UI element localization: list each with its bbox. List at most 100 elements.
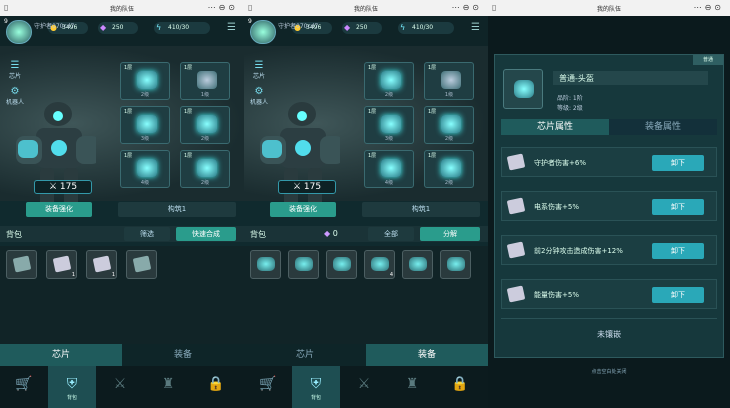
detail-tabs: 芯片属性 装备属性 — [501, 119, 717, 135]
nav-bag[interactable]: ⛨ 背包 — [292, 366, 340, 408]
item-tag: 4 — [389, 272, 393, 278]
nav-locked[interactable]: 🔒 — [192, 366, 240, 408]
equip-enhance-button[interactable]: 装备强化 — [26, 202, 92, 217]
equip-slot[interactable]: 1层 2级 — [120, 62, 170, 100]
tab-gear[interactable]: 装备 — [366, 344, 488, 366]
slot-level: 3级 — [140, 136, 150, 142]
energy-value: 410/30 — [412, 24, 434, 31]
side-chip-button[interactable]: ☰ 芯片 — [6, 60, 24, 80]
filter-button[interactable]: 筛选 — [124, 227, 170, 241]
chip-item[interactable] — [126, 250, 157, 279]
fast-merge-button[interactable]: 快速合成 — [176, 227, 236, 241]
slot-layer: 1层 — [428, 153, 437, 159]
slot-level: 2级 — [384, 92, 394, 98]
rarity-tag: 普通 — [693, 55, 723, 65]
nav-shop[interactable]: 🛒 — [0, 366, 48, 408]
item-tag: 1 — [71, 272, 75, 278]
nav-trophy[interactable]: ♜ — [388, 366, 436, 408]
slot-layer: 1层 — [124, 65, 133, 71]
nav-battle[interactable]: ⚔ — [340, 366, 388, 408]
gear-item[interactable] — [402, 250, 433, 279]
empty-slot[interactable]: 未镶嵌 — [501, 318, 717, 350]
gear-item[interactable] — [326, 250, 357, 279]
tab-chip[interactable]: 芯片 — [244, 344, 366, 366]
side-chip-button[interactable]: ☰ 芯片 — [250, 60, 268, 80]
avatar[interactable] — [250, 20, 276, 44]
slot-layer: 1层 — [184, 153, 193, 159]
panel-chip: ▯ 我的队伍 ⋯⊖⊙ 9 ● 3496 ◆ 250 ϟ 410/30 ☰ 守护者070… — [0, 0, 244, 408]
all-filter-button[interactable]: 全部 — [368, 227, 414, 241]
list-icon[interactable]: ☰ — [471, 22, 480, 33]
energy-pill: ϟ 410/30 — [398, 22, 454, 34]
power-value: 175 — [59, 182, 78, 192]
gear-item[interactable] — [288, 250, 319, 279]
bag-label: 背包 — [6, 230, 22, 239]
bag-label: 背包 — [250, 230, 266, 239]
equip-slot[interactable]: 1层 2级 — [424, 150, 474, 188]
chip-icon — [52, 255, 72, 273]
equip-slot[interactable]: 1层 1级 — [424, 62, 474, 100]
chip-item[interactable]: 1 — [46, 250, 77, 279]
nav-trophy[interactable]: ♜ — [144, 366, 192, 408]
swords-icon: ⚔ — [357, 376, 371, 392]
chip-icon — [92, 255, 112, 273]
nav-battle[interactable]: ⚔ — [96, 366, 144, 408]
chip-attr-row: 前2分钟攻击造成伤害+12% 卸下 — [501, 235, 717, 265]
tab-gear-attr[interactable]: 装备属性 — [609, 119, 717, 135]
tab-chip[interactable]: 芯片 — [0, 344, 122, 366]
gear-icon — [137, 115, 157, 133]
item-level: 等级: 2级 — [557, 105, 583, 112]
item-rank: 品阶: 1阶 — [557, 95, 583, 102]
equip-slot[interactable]: 1层 2级 — [180, 150, 230, 188]
unequip-button[interactable]: 卸下 — [652, 287, 704, 303]
equip-enhance-button[interactable]: 装备强化 — [270, 202, 336, 217]
chip-item[interactable]: 1 — [86, 250, 117, 279]
avatar[interactable] — [6, 20, 32, 44]
gear-item[interactable] — [440, 250, 471, 279]
tab-chip-attr[interactable]: 芯片属性 — [501, 119, 609, 135]
nav-locked[interactable]: 🔒 — [436, 366, 484, 408]
equip-slot[interactable]: 1层 2级 — [424, 106, 474, 144]
username: 守护者070cd7 — [34, 23, 75, 30]
tab-gear[interactable]: 装备 — [122, 344, 244, 366]
lock-icon: 🔒 — [451, 376, 469, 392]
nav-shop[interactable]: 🛒 — [244, 366, 292, 408]
item-icon — [503, 69, 543, 109]
slot-layer: 1层 — [368, 153, 377, 159]
close-hint: 点击空白处关闭 — [591, 369, 627, 375]
chip-list-icon: ☰ — [254, 60, 264, 71]
unequip-button[interactable]: 卸下 — [652, 243, 704, 259]
equip-slot[interactable]: 1层 2级 — [364, 62, 414, 100]
slot-level: 1级 — [200, 92, 210, 98]
equip-slot[interactable]: 1层 3级 — [120, 106, 170, 144]
gem-pill: ◆ 250 — [342, 22, 382, 34]
build-button[interactable]: 构筑1 — [118, 202, 236, 217]
bag-bar: 背包 筛选 快速合成 — [0, 226, 244, 242]
chip-icon — [506, 197, 526, 215]
equip-slot[interactable]: 1层 1级 — [180, 62, 230, 100]
window-controls-icon[interactable]: ⋯⊖⊙ — [694, 3, 724, 12]
window-controls-icon[interactable]: ⋯⊖⊙ — [208, 3, 238, 12]
chip-icon — [12, 255, 32, 273]
chip-icon — [506, 241, 526, 259]
power-value: 175 — [303, 182, 322, 192]
equip-slot[interactable]: 1层 3级 — [364, 106, 414, 144]
window-controls-icon[interactable]: ⋯⊖⊙ — [452, 3, 482, 12]
gear-item[interactable]: 4 — [364, 250, 395, 279]
unequip-button[interactable]: 卸下 — [652, 199, 704, 215]
decompose-button[interactable]: 分解 — [420, 227, 480, 241]
equip-slot[interactable]: 1层 4级 — [364, 150, 414, 188]
bag-icon: ⛨ — [310, 376, 322, 392]
energy-value: 410/30 — [168, 24, 190, 31]
equip-slot[interactable]: 1层 4级 — [120, 150, 170, 188]
gear-item[interactable] — [250, 250, 281, 279]
nav-bag[interactable]: ⛨ 背包 — [48, 366, 96, 408]
title-bar: ▯ 我的队伍 ⋯⊖⊙ — [244, 0, 488, 16]
equip-slot[interactable]: 1层 2级 — [180, 106, 230, 144]
chip-icon — [132, 255, 152, 273]
list-icon[interactable]: ☰ — [227, 22, 236, 33]
unequip-button[interactable]: 卸下 — [652, 155, 704, 171]
bag-items: 4 — [244, 246, 488, 344]
build-button[interactable]: 构筑1 — [362, 202, 480, 217]
chip-item[interactable] — [6, 250, 37, 279]
